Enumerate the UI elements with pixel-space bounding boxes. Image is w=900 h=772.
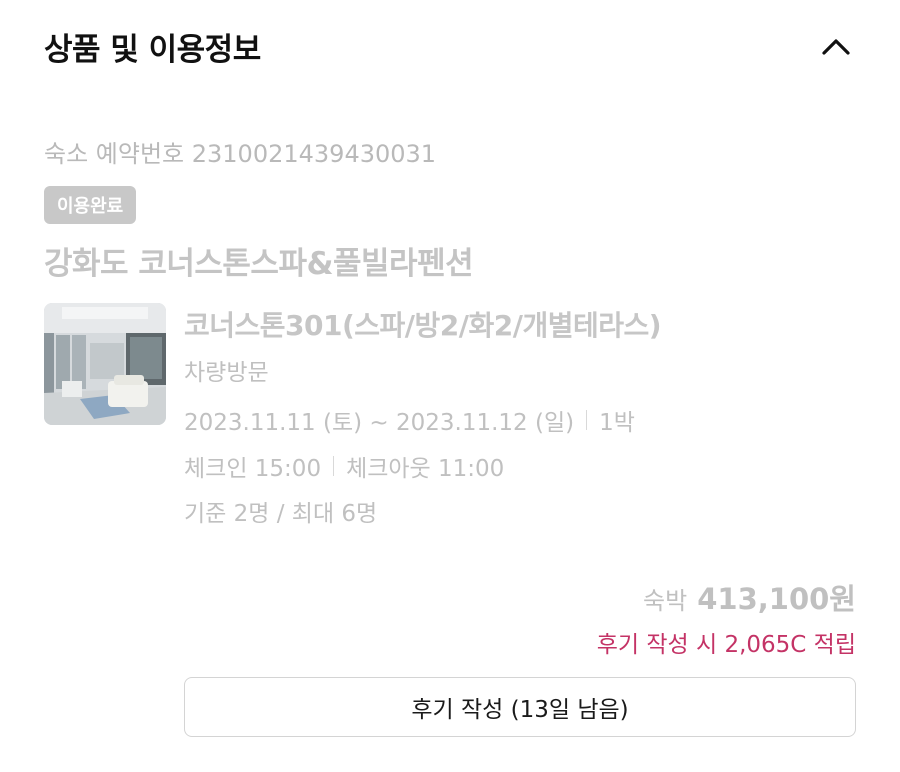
room-capacity: 기준 2명 / 최대 6명 xyxy=(184,501,378,527)
write-review-button[interactable]: 후기 작성 (13일 남음) xyxy=(184,677,856,737)
price-label: 숙박 xyxy=(643,587,688,615)
section-header: 상품 및 이용정보 xyxy=(44,20,856,72)
checkin-checkout: 체크인 15:00 체크아웃 11:00 xyxy=(184,449,504,483)
room-thumbnail xyxy=(44,303,166,425)
reservation-number: 숙소 예약번호 2310021439430031 xyxy=(44,134,436,169)
status-badge: 이용완료 xyxy=(44,186,137,224)
reservation-label: 숙소 예약번호 xyxy=(44,140,185,168)
price-row: 숙박 413,100원 xyxy=(643,576,856,618)
stay-dates: 2023.11.11 (토) ~ 2023.11.12 (일) 1박 xyxy=(184,403,635,437)
section-title: 상품 및 이용정보 xyxy=(44,31,261,68)
review-reward: 후기 작성 시 2,065C 적립 xyxy=(596,632,856,658)
checkout-time: 체크아웃 11:00 xyxy=(346,456,505,482)
divider xyxy=(333,456,335,476)
divider xyxy=(586,410,588,430)
room-name: 코너스톤301(스파/방2/화2/개별테라스) xyxy=(184,309,662,342)
chevron-up-icon xyxy=(822,39,850,55)
date-range: 2023.11.11 (토) ~ 2023.11.12 (일) xyxy=(184,410,575,436)
reservation-value: 2310021439430031 xyxy=(191,140,437,168)
nights: 1박 xyxy=(599,410,635,436)
checkin-time: 체크인 15:00 xyxy=(184,456,322,482)
collapse-button[interactable] xyxy=(816,26,856,66)
price-amount: 413,100원 xyxy=(697,582,856,616)
visit-type: 차량방문 xyxy=(184,360,269,386)
hotel-name: 강화도 코너스톤스파&풀빌라펜션 xyxy=(44,246,474,282)
